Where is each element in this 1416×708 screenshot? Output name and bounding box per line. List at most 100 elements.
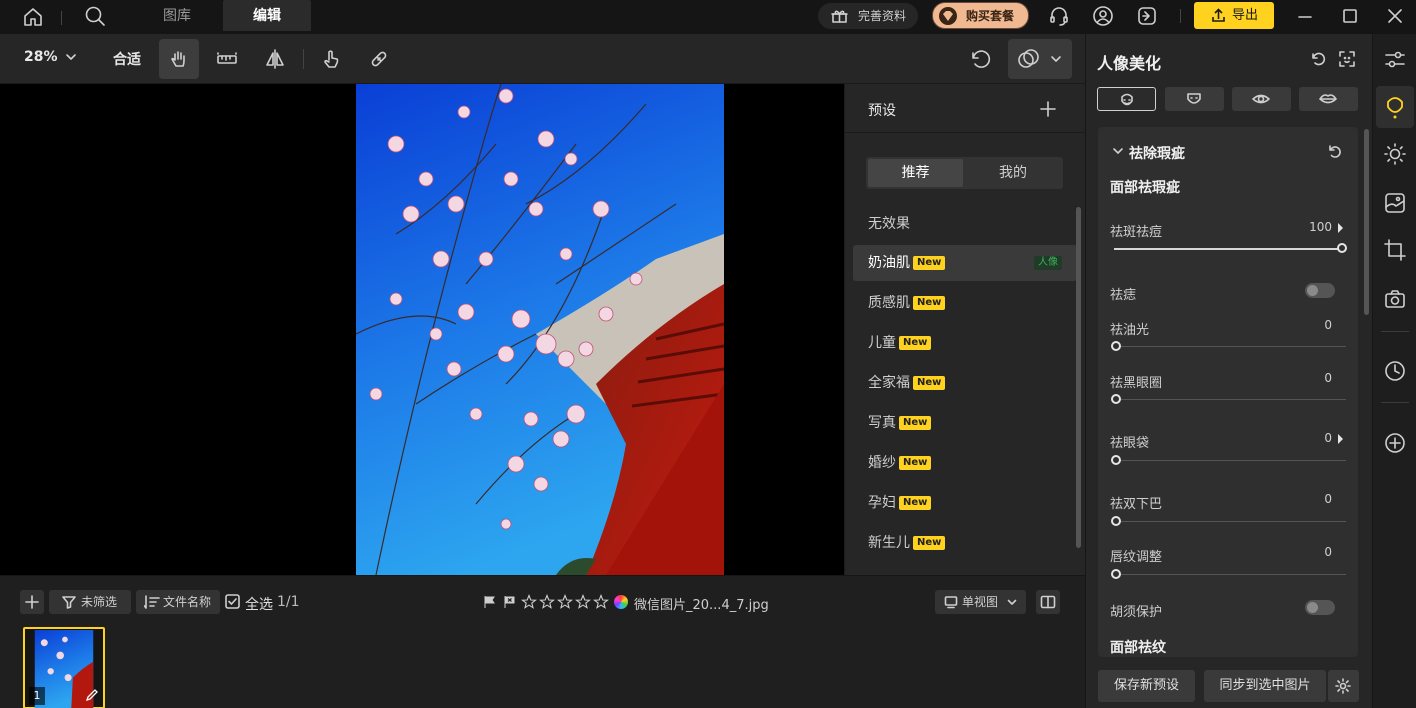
presets-scrollbar[interactable]: [1076, 207, 1081, 548]
slider-value[interactable]: 0: [1324, 492, 1332, 506]
slider-fill: [1114, 247, 1346, 250]
photo-magnolia-eaves[interactable]: [356, 84, 724, 575]
preset-item[interactable]: 儿童 New: [853, 325, 1077, 361]
tab-lips[interactable]: [1299, 87, 1358, 111]
sign-in-icon[interactable]: [1136, 5, 1158, 27]
rail-add[interactable]: [1373, 423, 1416, 463]
slider-value[interactable]: 100: [1309, 220, 1332, 234]
preset-item[interactable]: 写真 New: [853, 405, 1077, 441]
slider-track[interactable]: [1114, 247, 1346, 250]
preset-item[interactable]: 孕妇 New: [853, 485, 1077, 521]
buy-plan-button[interactable]: 购买套餐: [932, 2, 1029, 29]
preset-item[interactable]: 新生儿 New: [853, 525, 1077, 561]
subsection-title: 面部祛瑕疵: [1110, 180, 1180, 196]
filter-button[interactable]: 未筛选: [49, 590, 131, 614]
slider-knob[interactable]: [1111, 516, 1121, 526]
zoom-level[interactable]: 28%: [24, 49, 58, 65]
tab-mine[interactable]: 我的: [965, 159, 1061, 187]
reset-icon[interactable]: [1310, 51, 1326, 67]
reject-flag-icon[interactable]: [503, 595, 516, 609]
preset-item[interactable]: 质感肌 New: [853, 285, 1077, 321]
chevron-down-icon[interactable]: [1112, 145, 1124, 157]
slider-knob[interactable]: [1111, 569, 1121, 579]
slider-value[interactable]: 0: [1324, 371, 1332, 385]
slider-knob[interactable]: [1111, 455, 1121, 465]
thumbnail-item[interactable]: 1: [23, 627, 105, 708]
close-icon[interactable]: [1386, 7, 1404, 25]
slider-value[interactable]: 0: [1324, 431, 1332, 445]
rail-portrait-beauty[interactable]: [1376, 86, 1414, 128]
section-title[interactable]: 祛除瑕疵: [1129, 143, 1185, 163]
flag-icon[interactable]: [483, 595, 496, 609]
slider-track[interactable]: [1114, 346, 1346, 347]
section-reset-icon[interactable]: [1327, 144, 1342, 159]
divider: [1381, 331, 1409, 332]
slider-knob[interactable]: [1111, 394, 1121, 404]
slider-track[interactable]: [1114, 574, 1346, 575]
rail-camera[interactable]: [1373, 279, 1416, 319]
maximize-icon[interactable]: [1341, 7, 1359, 25]
minimize-icon[interactable]: [1296, 8, 1314, 26]
preset-label: 无效果: [868, 216, 910, 232]
preset-item[interactable]: 无效果: [853, 206, 1077, 242]
touch-tool-button[interactable]: [311, 39, 351, 79]
sort-button[interactable]: 文件名称: [136, 590, 220, 614]
complete-profile-button[interactable]: 完善资料: [818, 3, 918, 29]
image-canvas[interactable]: [0, 84, 844, 575]
slider-track[interactable]: [1114, 399, 1346, 400]
slider-track[interactable]: [1114, 460, 1346, 461]
preset-item[interactable]: 全家福 New: [853, 365, 1077, 401]
expand-arrow-icon[interactable]: [1338, 434, 1343, 444]
select-all-checkbox[interactable]: [225, 594, 240, 609]
split-view-button[interactable]: [1036, 590, 1060, 614]
rail-light[interactable]: [1373, 134, 1416, 174]
reset-icon[interactable]: [968, 47, 992, 71]
sync-selected-button[interactable]: 同步到选中图片: [1204, 670, 1326, 702]
home-icon[interactable]: [22, 6, 44, 28]
star-rating[interactable]: [521, 594, 611, 610]
face-detect-icon[interactable]: [1339, 51, 1355, 67]
tab-recommend[interactable]: 推荐: [868, 159, 963, 187]
tab-face-skin[interactable]: [1097, 87, 1156, 111]
tab-eyes[interactable]: [1232, 87, 1291, 111]
slider-value[interactable]: 0: [1324, 318, 1332, 332]
preset-item[interactable]: 奶油肌 New 人像: [853, 245, 1077, 281]
rail-basic-adjust[interactable]: [1373, 40, 1416, 80]
clock-icon: [1385, 361, 1405, 381]
save-preset-button[interactable]: 保存新预设: [1098, 670, 1195, 702]
beard-protect-toggle[interactable]: [1305, 600, 1335, 615]
slider-knob[interactable]: [1337, 243, 1347, 253]
search-icon[interactable]: [84, 5, 106, 27]
settings-button[interactable]: [1328, 670, 1359, 702]
healing-tool-button[interactable]: [359, 39, 399, 79]
flip-tool-button[interactable]: [255, 39, 295, 79]
export-button[interactable]: 导出: [1194, 2, 1274, 29]
fit-button[interactable]: 合适: [113, 49, 141, 69]
panel-scrollbar[interactable]: [1364, 129, 1369, 315]
compare-button[interactable]: [1008, 39, 1072, 79]
expand-arrow-icon[interactable]: [1338, 223, 1343, 233]
hand-tool-button[interactable]: [159, 39, 199, 79]
flip-icon: [266, 49, 284, 69]
tab-edit[interactable]: 编辑: [223, 0, 311, 31]
rail-crop[interactable]: [1373, 230, 1416, 270]
ruler-tool-button[interactable]: [207, 39, 247, 79]
color-label-icon[interactable]: [614, 595, 628, 609]
divider: [61, 11, 62, 25]
slider-knob[interactable]: [1111, 341, 1121, 351]
add-image-button[interactable]: [20, 590, 44, 614]
tab-face-shape[interactable]: [1165, 87, 1224, 111]
rail-background[interactable]: [1373, 183, 1416, 223]
slider-track[interactable]: [1114, 521, 1346, 522]
add-preset-icon[interactable]: [1038, 99, 1058, 119]
slider-value[interactable]: 0: [1324, 545, 1332, 559]
preset-item[interactable]: 婚纱 New: [853, 445, 1077, 481]
mole-removal-toggle[interactable]: [1305, 283, 1335, 298]
select-all-label[interactable]: 全选: [245, 594, 273, 614]
rail-history[interactable]: [1373, 351, 1416, 391]
view-mode-select[interactable]: 单视图: [935, 590, 1026, 614]
chevron-down-icon[interactable]: [64, 50, 78, 64]
tab-library[interactable]: 图库: [138, 0, 216, 31]
user-icon[interactable]: [1092, 5, 1114, 27]
headset-icon[interactable]: [1048, 5, 1070, 27]
